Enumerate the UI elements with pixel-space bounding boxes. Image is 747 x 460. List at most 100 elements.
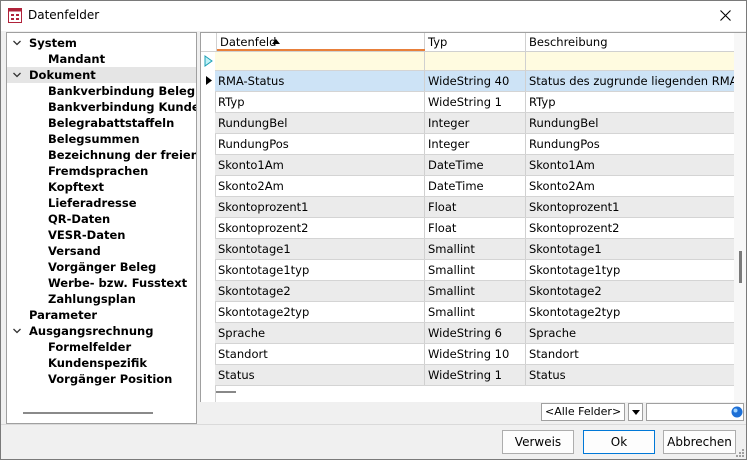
- table-row[interactable]: RundungPos Integer RundungPos: [215, 134, 734, 155]
- cell-typ[interactable]: Smallint: [425, 260, 526, 280]
- table-row[interactable]: Skontotage2typ Smallint Skontotage2typ: [215, 302, 734, 323]
- table-row[interactable]: RTyp WideString 1 RTyp: [215, 92, 734, 113]
- tree-horizontal-scrollbar[interactable]: [23, 412, 153, 414]
- grid-scrollbar-thumb[interactable]: [739, 251, 742, 283]
- cell-beschreibung[interactable]: RundungPos: [526, 134, 734, 154]
- cell-typ[interactable]: Integer: [425, 134, 526, 154]
- cell-typ[interactable]: DateTime: [425, 176, 526, 196]
- tree-item-label: Kundenspezifik: [48, 356, 147, 370]
- footer-separator: [1, 424, 746, 425]
- cell-beschreibung[interactable]: Status: [526, 365, 734, 385]
- tree-item-label: Ausgangsrechnung: [29, 324, 154, 338]
- field-filter-dropdown-button[interactable]: [628, 403, 643, 421]
- cell-beschreibung[interactable]: Skontoprozent1: [526, 197, 734, 217]
- header-beschreibung[interactable]: Beschreibung: [526, 33, 734, 51]
- search-input[interactable]: [646, 403, 744, 421]
- cell-datenfeld[interactable]: RMA-Status: [215, 71, 425, 91]
- cell-typ[interactable]: WideString 1: [425, 92, 526, 112]
- table-row[interactable]: Skontoprozent1 Float Skontoprozent1: [215, 197, 734, 218]
- resize-grip-icon[interactable]: [736, 449, 744, 457]
- cell-datenfeld[interactable]: Standort: [215, 344, 425, 364]
- chevron-down-icon[interactable]: [12, 38, 22, 48]
- sort-ascending-icon: [272, 39, 280, 44]
- cell-datenfeld[interactable]: [215, 52, 425, 72]
- cell-beschreibung[interactable]: Skontotage1: [526, 239, 734, 259]
- cell-datenfeld[interactable]: Skonto1Am: [215, 155, 425, 175]
- cell-datenfeld[interactable]: RundungBel: [215, 113, 425, 133]
- cell-beschreibung[interactable]: Skontotage2: [526, 281, 734, 301]
- current-row-indicator-icon: [206, 76, 212, 85]
- cell-typ[interactable]: WideString 6: [425, 323, 526, 343]
- cell-beschreibung[interactable]: Skonto1Am: [526, 155, 734, 175]
- cell-typ[interactable]: Smallint: [425, 302, 526, 322]
- new-row-indicator-icon: [204, 55, 213, 67]
- table-row[interactable]: RMA-Status WideString 40 Status des zugrun…: [215, 71, 734, 92]
- table-row[interactable]: Skontotage2 Smallint Skontotage2: [215, 281, 734, 302]
- cell-beschreibung[interactable]: Skontoprozent2: [526, 218, 734, 238]
- cell-datenfeld[interactable]: Skontotage1typ: [215, 260, 425, 280]
- grid-horizontal-scrollbar[interactable]: [216, 391, 236, 393]
- app-icon: [8, 8, 22, 23]
- cell-beschreibung[interactable]: RTyp: [526, 92, 734, 112]
- tree-item-label: Mandant: [48, 52, 106, 66]
- cell-typ[interactable]: WideString 40: [425, 71, 526, 91]
- table-row[interactable]: Status WideString 1 Status: [215, 365, 734, 386]
- cell-datenfeld[interactable]: Skontoprozent1: [215, 197, 425, 217]
- cell-beschreibung[interactable]: Standort: [526, 344, 734, 364]
- table-row[interactable]: RundungBel Integer RundungBel: [215, 113, 734, 134]
- cell-beschreibung[interactable]: Sprache: [526, 323, 734, 343]
- cell-datenfeld[interactable]: Skontotage2: [215, 281, 425, 301]
- cell-typ[interactable]: DateTime: [425, 155, 526, 175]
- header-typ[interactable]: Typ: [425, 33, 526, 51]
- tree-item-label: Belegrabattstaffeln: [48, 116, 175, 130]
- close-button[interactable]: [705, 1, 746, 31]
- cell-beschreibung[interactable]: Status des zugrunde liegenden RMA-Vorgan…: [526, 71, 734, 91]
- globe-search-icon[interactable]: [731, 406, 743, 418]
- cell-datenfeld[interactable]: Skontoprozent2: [215, 218, 425, 238]
- table-row[interactable]: Skontotage1typ Smallint Skontotage1typ: [215, 260, 734, 281]
- cell-datenfeld[interactable]: Skontotage1: [215, 239, 425, 259]
- tree-item[interactable]: Dokument: [7, 67, 196, 83]
- cell-typ[interactable]: [425, 52, 526, 72]
- table-row[interactable]: Sprache WideString 6 Sprache: [215, 323, 734, 344]
- tree-item-label: Vorgänger Position: [48, 372, 173, 386]
- table-row[interactable]: Standort WideString 10 Standort: [215, 344, 734, 365]
- cell-beschreibung[interactable]: Skontotage1typ: [526, 260, 734, 280]
- cell-typ[interactable]: Smallint: [425, 281, 526, 301]
- cell-datenfeld[interactable]: Skontotage2typ: [215, 302, 425, 322]
- table-row[interactable]: Skonto1Am DateTime Skonto1Am: [215, 155, 734, 176]
- header-beschreibung-label: Beschreibung: [529, 35, 608, 49]
- cell-beschreibung[interactable]: Skonto2Am: [526, 176, 734, 196]
- cell-typ[interactable]: Integer: [425, 113, 526, 133]
- chevron-down-icon[interactable]: [12, 70, 22, 80]
- cell-beschreibung[interactable]: Skontotage2typ: [526, 302, 734, 322]
- grid-filter-bar: <Alle Felder>: [200, 391, 746, 422]
- tree-item-label: Formelfelder: [48, 340, 132, 354]
- cell-typ[interactable]: Smallint: [425, 239, 526, 259]
- cell-typ[interactable]: WideString 10: [425, 344, 526, 364]
- ok-button[interactable]: Ok: [583, 430, 655, 454]
- cell-datenfeld[interactable]: RundungPos: [215, 134, 425, 154]
- cell-typ[interactable]: Float: [425, 218, 526, 238]
- table-row[interactable]: Skontoprozent2 Float Skontoprozent2: [215, 218, 734, 239]
- tree-item-label: System: [29, 36, 77, 50]
- verweis-button[interactable]: Verweis: [502, 430, 574, 454]
- table-row[interactable]: [215, 52, 734, 72]
- table-row[interactable]: Skonto2Am DateTime Skonto2Am: [215, 176, 734, 197]
- cell-datenfeld[interactable]: Skonto2Am: [215, 176, 425, 196]
- category-tree[interactable]: System Mandant Dokument Bankverbindung Bele…: [6, 32, 197, 424]
- field-filter-select[interactable]: <Alle Felder>: [541, 403, 625, 421]
- cell-beschreibung[interactable]: [526, 52, 734, 72]
- fields-grid: Datenfeld Typ Beschreibung RMA-Status Wid…: [200, 32, 746, 403]
- cell-typ[interactable]: Float: [425, 197, 526, 217]
- cell-typ[interactable]: WideString 1: [425, 365, 526, 385]
- tree-item-label: Bankverbindung Beleg: [48, 84, 196, 98]
- cancel-button[interactable]: Abbrechen: [663, 430, 736, 454]
- cell-datenfeld[interactable]: RTyp: [215, 92, 425, 112]
- table-row[interactable]: Skontotage1 Smallint Skontotage1: [215, 239, 734, 260]
- cell-datenfeld[interactable]: Sprache: [215, 323, 425, 343]
- cell-datenfeld[interactable]: Status: [215, 365, 425, 385]
- cell-beschreibung[interactable]: RundungBel: [526, 113, 734, 133]
- grid-vertical-scrollbar[interactable]: [734, 33, 746, 403]
- chevron-down-icon[interactable]: [12, 326, 22, 336]
